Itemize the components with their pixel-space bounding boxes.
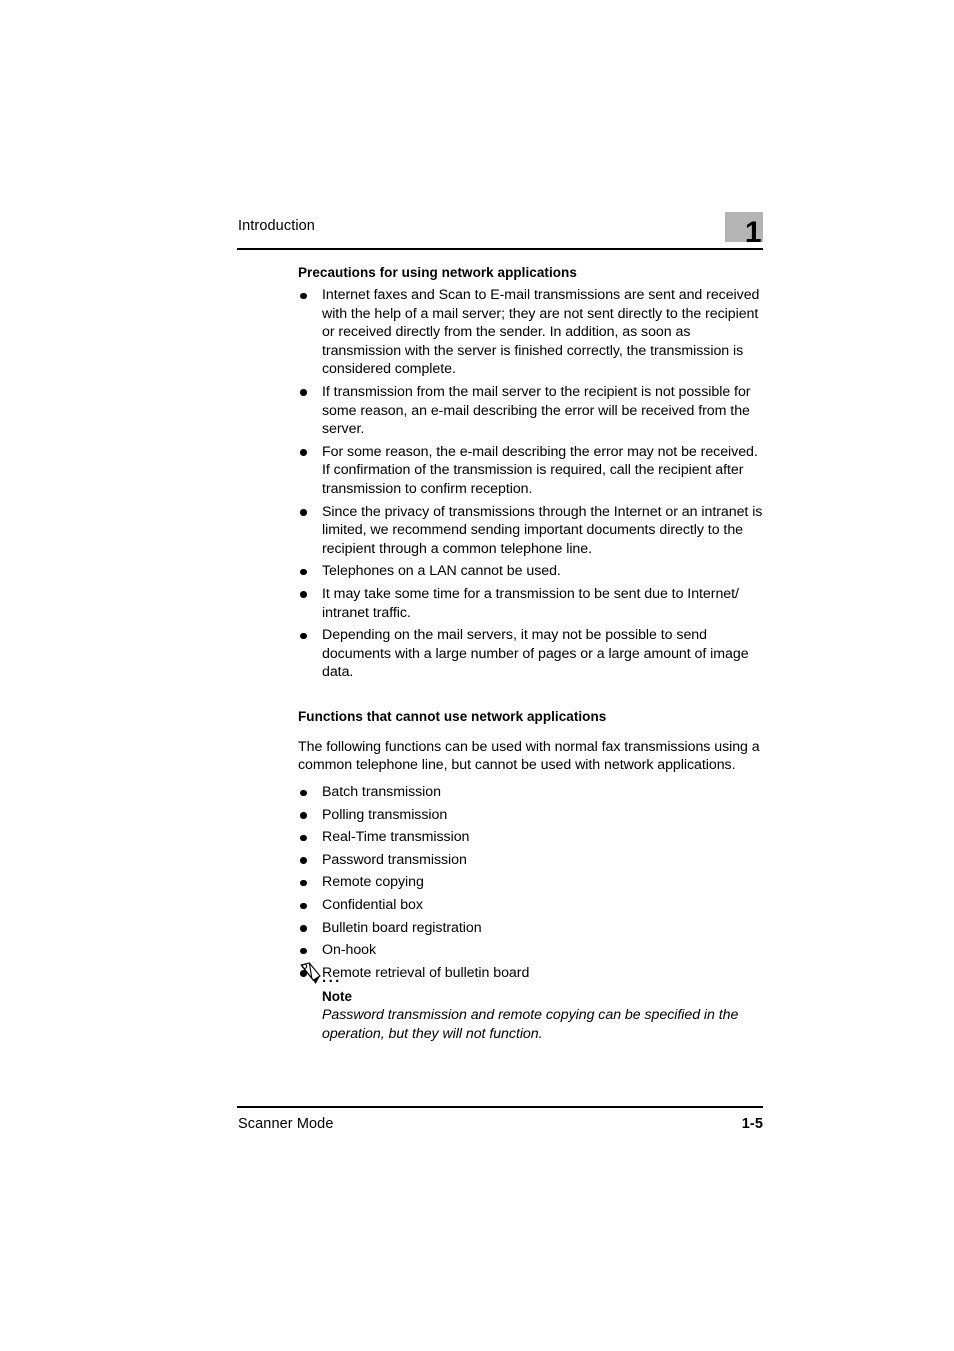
list-item-label: Polling transmission — [322, 806, 448, 823]
list-item: Password transmission — [298, 851, 763, 870]
pencil-icon — [298, 962, 324, 986]
list-item: Depending on the mail servers, it may no… — [298, 626, 763, 682]
precautions-list: Internet faxes and Scan to E-mail transm… — [298, 286, 763, 682]
bullet-icon — [300, 632, 307, 640]
bullet-icon — [300, 834, 307, 842]
note-label: Note — [322, 989, 352, 1004]
list-item-label: Remote copying — [322, 874, 424, 891]
header-rule — [237, 248, 763, 250]
list-item: Polling transmission — [298, 806, 763, 825]
header-title: Introduction — [238, 218, 315, 234]
list-item: Confidential box — [298, 896, 763, 915]
document-page: Introduction 1 Precautions for using net… — [0, 0, 954, 1351]
bullet-icon — [300, 857, 307, 864]
bullet-icon — [300, 292, 307, 299]
page-header: Introduction 1 — [237, 212, 763, 250]
list-item-label: Since the privacy of transmissions throu… — [322, 503, 763, 557]
list-item: Telephones on a LAN cannot be used. — [298, 562, 763, 581]
list-item-label: Internet faxes and Scan to E-mail transm… — [322, 287, 760, 378]
note-dots: ... — [322, 969, 342, 986]
list-item: If transmission from the mail server to … — [298, 383, 763, 439]
list-item-label: Depending on the mail servers, it may no… — [322, 627, 749, 681]
section-heading-precautions: Precautions for using network applicatio… — [298, 265, 577, 280]
list-item: It may take some time for a transmission… — [298, 585, 763, 622]
bullet-icon — [300, 879, 307, 887]
list-item-label: On-hook — [322, 942, 377, 959]
section-heading-functions: Functions that cannot use network applic… — [298, 708, 607, 724]
list-item-label: It may take some time for a transmission… — [322, 585, 739, 621]
bullet-icon — [300, 925, 307, 932]
functions-list: Batch transmission Polling transmission … — [298, 783, 763, 982]
list-item: Since the privacy of transmissions throu… — [298, 503, 763, 559]
list-item: Remote copying — [298, 873, 763, 892]
bullet-icon — [300, 509, 307, 516]
list-item-label: Confidential box — [322, 897, 423, 914]
list-item-label: Real-Time transmission — [322, 829, 470, 846]
list-item: Real-Time transmission — [298, 828, 763, 847]
chapter-number: 1 — [744, 216, 762, 249]
note-text: Password transmission and remote copying… — [322, 1007, 739, 1042]
functions-intro-paragraph: The following functions can be used with… — [298, 738, 760, 774]
bullet-icon — [300, 789, 307, 797]
list-item-label: Telephones on a LAN cannot be used. — [322, 563, 561, 580]
bullet-icon — [300, 568, 307, 576]
list-item-label: Password transmission — [322, 851, 467, 868]
list-item-label: If transmission from the mail server to … — [322, 383, 751, 438]
note-callout: ... Note Password transmission and remot… — [298, 962, 763, 1043]
list-item-label: Batch transmission — [322, 784, 441, 801]
list-item: For some reason, the e-mail describing t… — [298, 443, 763, 499]
bullet-icon — [300, 449, 307, 456]
list-item-label: Bulletin board registration — [322, 919, 482, 936]
footer-document-title: Scanner Mode — [238, 1116, 334, 1132]
bullet-icon — [300, 947, 307, 955]
page-number: 1-5 — [741, 1116, 763, 1132]
list-item: Bulletin board registration — [298, 919, 763, 938]
bullet-icon — [300, 591, 307, 598]
page-footer: Scanner Mode 1-5 — [237, 1106, 763, 1140]
footer-rule — [237, 1106, 763, 1108]
list-item: On-hook — [298, 941, 763, 960]
list-item: Internet faxes and Scan to E-mail transm… — [298, 286, 763, 379]
page-content: Precautions for using network applicatio… — [298, 264, 763, 982]
list-item-label: For some reason, the e-mail describing t… — [322, 443, 758, 497]
list-item: Batch transmission — [298, 783, 763, 802]
bullet-icon — [300, 902, 307, 910]
bullet-icon — [300, 812, 307, 819]
note-icon-row: ... — [298, 962, 763, 988]
bullet-icon — [300, 389, 307, 396]
